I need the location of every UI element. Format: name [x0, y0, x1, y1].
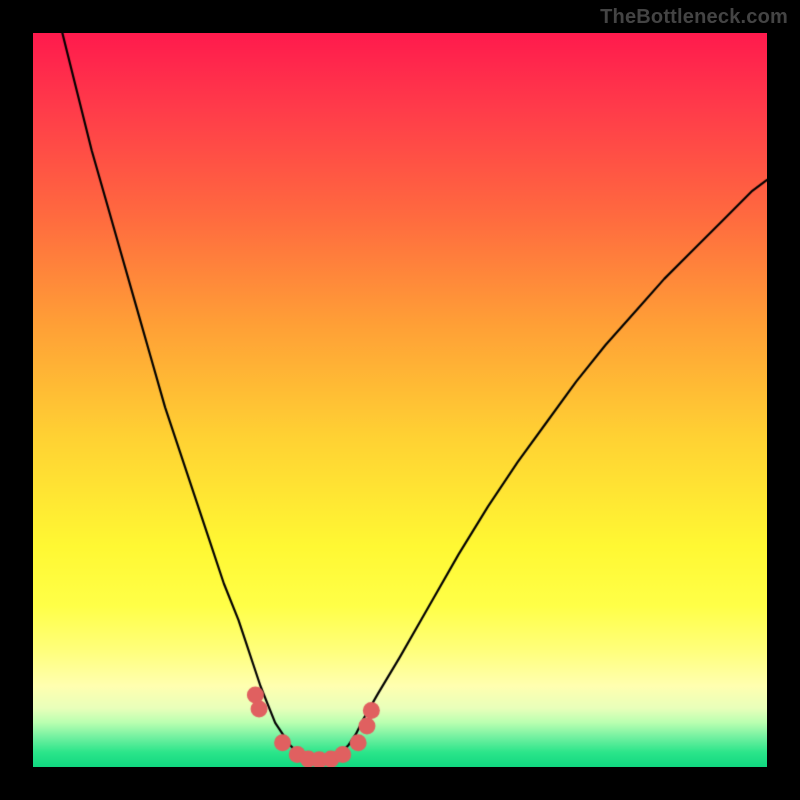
bottleneck-curve: [33, 33, 767, 767]
watermark-text: TheBottleneck.com: [600, 6, 788, 29]
chart-frame: TheBottleneck.com: [0, 0, 800, 800]
plot-area: [33, 33, 767, 767]
